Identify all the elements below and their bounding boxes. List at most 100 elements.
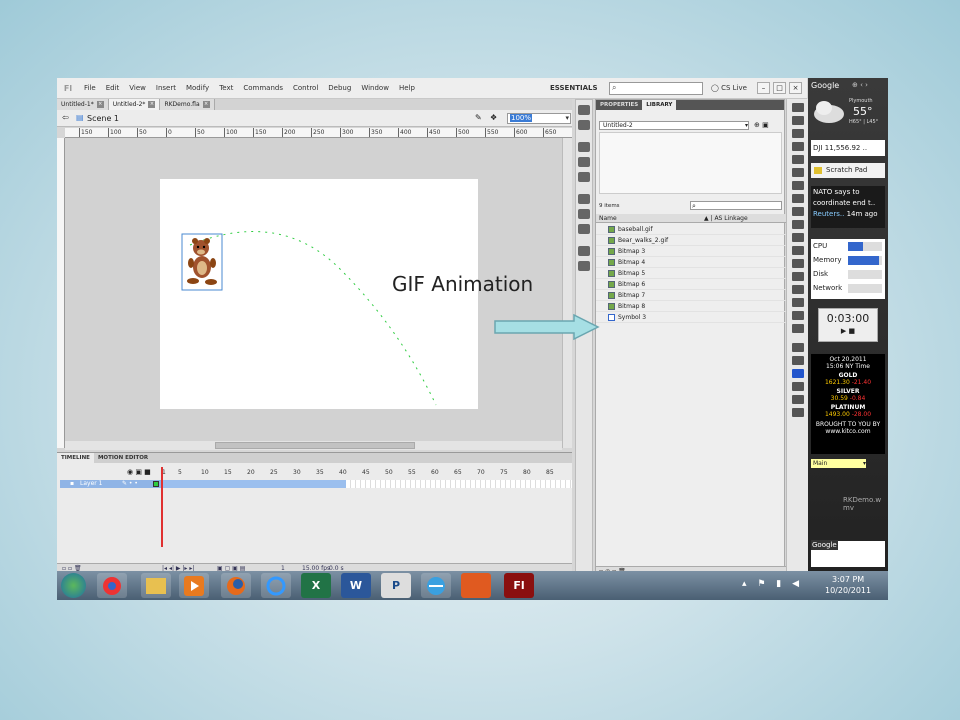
library-item[interactable]: Bitmap 7: [596, 290, 786, 301]
fill-color-icon[interactable]: [791, 356, 804, 365]
ie-icon[interactable]: [261, 573, 291, 598]
doc-tab-untitled-2[interactable]: Untitled-2* ×: [108, 99, 161, 110]
publisher-icon[interactable]: P: [381, 573, 411, 598]
column-name[interactable]: Name: [596, 215, 617, 222]
stroke-color-icon[interactable]: [791, 343, 804, 352]
scroll-thumb[interactable]: [215, 442, 415, 449]
edit-symbol-icon[interactable]: ❖: [490, 113, 497, 122]
library-item[interactable]: Bitmap 5: [596, 268, 786, 279]
menu-file[interactable]: File: [79, 84, 101, 92]
components-icon[interactable]: [578, 194, 590, 204]
actions-icon[interactable]: [578, 246, 590, 256]
browser-icon[interactable]: [421, 573, 451, 598]
layer-name[interactable]: Layer 1: [80, 480, 102, 488]
layer-color-swatch[interactable]: [153, 481, 159, 487]
zoom-tool-icon[interactable]: [791, 324, 804, 333]
maximize-icon[interactable]: □: [773, 82, 786, 94]
tab-properties[interactable]: PROPERTIES: [596, 100, 642, 110]
library-item[interactable]: Bitmap 6: [596, 279, 786, 290]
main-select[interactable]: Main ▾: [811, 459, 866, 468]
library-item[interactable]: Symbol 3: [596, 312, 786, 323]
transform-icon[interactable]: [578, 172, 590, 182]
bone-tool-icon[interactable]: [791, 259, 804, 268]
pen-icon[interactable]: [791, 168, 804, 177]
smooth-icon[interactable]: [791, 408, 804, 417]
snap-icon[interactable]: [791, 395, 804, 404]
menu-window[interactable]: Window: [356, 84, 394, 92]
align-icon[interactable]: [578, 142, 590, 152]
brush-tool-icon[interactable]: [791, 233, 804, 242]
google-search-gadget[interactable]: Google: [811, 540, 885, 567]
menu-modify[interactable]: Modify: [181, 84, 214, 92]
close-tab-icon[interactable]: ×: [202, 101, 210, 108]
clock[interactable]: 3:07 PM 10/20/2011: [825, 574, 871, 596]
timer-gadget[interactable]: 0:03:00 ▶ ■: [818, 308, 878, 342]
metals-gadget[interactable]: Oct 20,2011 15:06 NY Time GOLD 1621.30 -…: [811, 354, 885, 454]
metals-link[interactable]: www.kitco.com: [811, 428, 885, 435]
column-linkage[interactable]: ▲ | AS Linkage: [704, 214, 748, 223]
tab-timeline[interactable]: TIMELINE: [57, 453, 94, 463]
layer-row[interactable]: ▪ Layer 1 ✎ • •: [60, 480, 572, 488]
flash-icon[interactable]: Fl: [504, 573, 534, 598]
eyedropper-icon[interactable]: [791, 285, 804, 294]
menu-insert[interactable]: Insert: [151, 84, 181, 92]
hand-tool-icon[interactable]: [791, 311, 804, 320]
close-tab-icon[interactable]: ×: [148, 101, 156, 108]
media-icon[interactable]: [179, 573, 209, 598]
pin-icon[interactable]: ⊕ ▣: [754, 121, 769, 129]
menu-control[interactable]: Control: [288, 84, 323, 92]
word-icon[interactable]: W: [341, 573, 371, 598]
weather-gadget[interactable]: Plymouth 55° H65° | L45°: [811, 96, 885, 132]
timer-play-icon[interactable]: ▶ ■: [819, 327, 877, 335]
scratch-pad-gadget[interactable]: Scratch Pad: [811, 163, 885, 178]
code-snippets-icon[interactable]: [578, 224, 590, 234]
lasso-icon[interactable]: [791, 155, 804, 164]
stage-horizontal-scrollbar[interactable]: [65, 441, 562, 450]
playhead[interactable]: [161, 467, 163, 547]
history-icon[interactable]: [578, 261, 590, 271]
system-tray[interactable]: ▴ ⚑ ▮ ◀: [742, 579, 803, 589]
cs-live-button[interactable]: ◯ CS Live: [711, 84, 747, 92]
chrome-icon[interactable]: [97, 573, 127, 598]
swatches-icon[interactable]: [578, 120, 590, 130]
library-item[interactable]: Bear_walks_2.gif: [596, 235, 786, 246]
text-tool-icon[interactable]: [791, 181, 804, 190]
motion-presets-icon[interactable]: [578, 209, 590, 219]
firefox-icon[interactable]: [221, 573, 251, 598]
stage-vertical-scrollbar[interactable]: [562, 138, 572, 448]
doc-tab-rkdemo[interactable]: RKDemo.fla ×: [160, 99, 215, 110]
menu-view[interactable]: View: [124, 84, 151, 92]
excel-icon[interactable]: X: [301, 573, 331, 598]
app-icon[interactable]: [461, 573, 491, 598]
eraser-icon[interactable]: [791, 298, 804, 307]
tab-library[interactable]: LIBRARY: [642, 100, 677, 110]
library-item[interactable]: Bitmap 4: [596, 257, 786, 268]
doc-tab-untitled-1[interactable]: Untitled-1* ×: [57, 99, 109, 110]
line-tool-icon[interactable]: [791, 194, 804, 203]
help-search-input[interactable]: [609, 82, 703, 95]
fill-swatch[interactable]: [791, 369, 804, 378]
paint-bucket-icon[interactable]: [791, 272, 804, 281]
menu-text[interactable]: Text: [214, 84, 238, 92]
stock-gadget[interactable]: DJI 11,556.92 ..: [811, 140, 885, 156]
free-transform-icon[interactable]: [791, 129, 804, 138]
menu-debug[interactable]: Debug: [323, 84, 356, 92]
pencil-tool-icon[interactable]: [791, 220, 804, 229]
info-icon[interactable]: [578, 157, 590, 167]
back-arrow-icon[interactable]: ⇦: [62, 113, 69, 122]
library-item[interactable]: Bitmap 3: [596, 246, 786, 257]
close-icon[interactable]: ×: [789, 82, 802, 94]
rectangle-tool-icon[interactable]: [791, 207, 804, 216]
edit-scene-icon[interactable]: ✎: [475, 113, 482, 122]
layer-toggle-icons[interactable]: ◉ ▣ ■: [127, 468, 151, 476]
subselection-tool-icon[interactable]: [791, 116, 804, 125]
bear-sprite[interactable]: [185, 236, 219, 288]
menu-help[interactable]: Help: [394, 84, 420, 92]
workspace-switcher[interactable]: ESSENTIALS: [550, 84, 598, 92]
empty-frames[interactable]: [346, 480, 572, 488]
tab-motion-editor[interactable]: MOTION EDITOR: [94, 453, 152, 463]
news-gadget[interactable]: NATO says to coordinate end t.. Reuters.…: [811, 186, 885, 228]
library-document-select[interactable]: Untitled-2 ▾: [599, 121, 749, 130]
color-panel-icon[interactable]: [578, 105, 590, 115]
explorer-icon[interactable]: [141, 573, 171, 598]
